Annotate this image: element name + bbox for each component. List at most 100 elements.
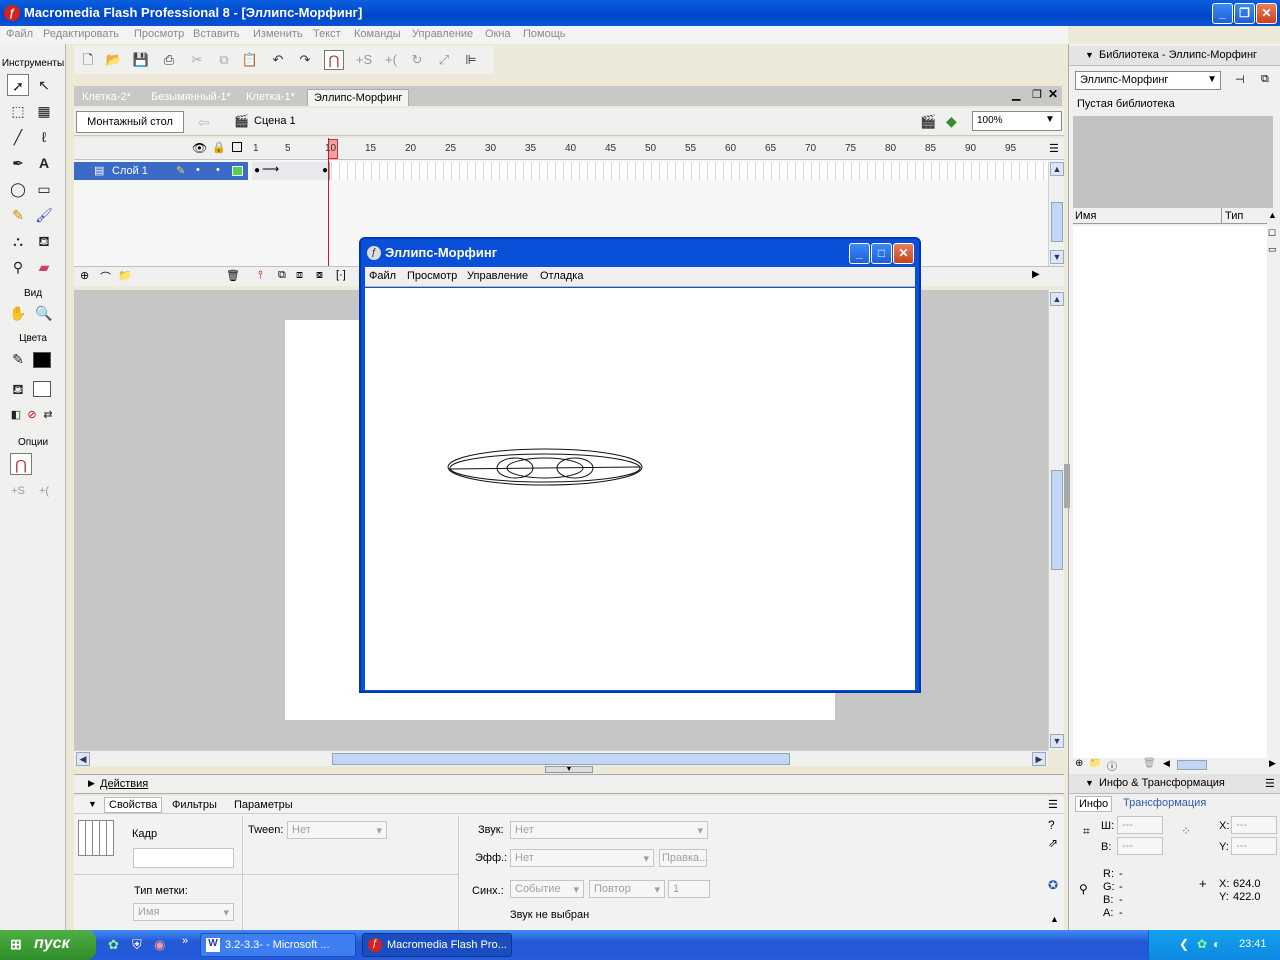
layer-row[interactable]: ▤ Слой 1 ✎ • • [74, 162, 248, 180]
player-minimize-button[interactable]: _ [849, 243, 870, 264]
quicklaunch-icon[interactable]: ⛨ [132, 937, 142, 953]
sort-icon[interactable]: ▲ [1268, 210, 1277, 220]
label-type-select[interactable]: Имя ▾ [133, 903, 234, 921]
stroke-color-icon[interactable]: ✎ [7, 348, 29, 370]
menu-window[interactable]: Окна [485, 28, 511, 40]
menu-file[interactable]: Файл [6, 28, 33, 40]
collapse-arrow-icon[interactable]: ▼ [88, 799, 97, 809]
scene-name[interactable]: Сцена 1 [254, 115, 296, 127]
smooth-icon[interactable]: +S [7, 480, 29, 502]
restore-button[interactable]: ❐ [1234, 3, 1255, 24]
scale-icon[interactable]: ⤢ [434, 50, 454, 70]
timeline-vscroll[interactable]: ▲ ▼ [1048, 162, 1064, 266]
tween-select[interactable]: Нет ▾ [287, 821, 387, 839]
free-transform-icon[interactable]: ⬚ [7, 100, 29, 122]
brush-tool-icon[interactable]: 🖌 [33, 204, 55, 226]
scroll-thumb[interactable] [1051, 470, 1063, 570]
outline-icon[interactable] [232, 142, 242, 152]
smooth-toolbar-icon[interactable]: +S [354, 50, 374, 70]
pencil-tool-icon[interactable]: ✎ [7, 204, 29, 226]
panel-splitter[interactable] [1064, 464, 1070, 508]
minimize-button[interactable]: _ [1212, 3, 1233, 24]
snap-magnet-icon[interactable]: ⋂ [10, 453, 32, 475]
oval-tool-icon[interactable]: ◯ [7, 178, 29, 200]
repeat-select[interactable]: Повтор ▾ [589, 880, 665, 898]
scroll-down-icon[interactable]: ▼ [1050, 734, 1064, 748]
height-field[interactable]: --- [1117, 837, 1163, 855]
layer-name[interactable]: Слой 1 [112, 165, 148, 177]
open-folder-icon[interactable]: 📂 [104, 50, 124, 70]
scroll-left-icon[interactable]: ◀ [1163, 758, 1170, 769]
info-header[interactable]: ▼ Инфо & Трансформация ☰ [1069, 774, 1280, 794]
hand-tool-icon[interactable]: ✋ [7, 302, 29, 324]
straighten-icon[interactable]: +( [33, 480, 55, 502]
sync-select[interactable]: Событие ▾ [510, 880, 584, 898]
effect-select[interactable]: Нет ▾ [510, 849, 654, 867]
align-icon[interactable]: ⊫ [461, 50, 481, 70]
library-header[interactable]: ▼ Библиотека - Эллипс-Морфинг [1069, 46, 1280, 66]
doc-minimize-icon[interactable]: ▁ [1012, 88, 1020, 101]
tab-filters[interactable]: Фильтры [172, 799, 217, 811]
player-maximize-button[interactable]: □ [871, 243, 892, 264]
menu-view[interactable]: Просмотр [134, 28, 184, 40]
scroll-right-icon[interactable]: ▶ [1032, 269, 1040, 280]
help-icon[interactable]: ? [1048, 818, 1055, 832]
doc-restore-icon[interactable]: ❐ [1032, 88, 1042, 101]
paste-icon[interactable]: 📋 [240, 50, 260, 70]
sound-edit-button[interactable]: Правка... [659, 849, 708, 867]
onion-skin-icon[interactable]: ⧉ [278, 269, 286, 282]
expand-up-icon[interactable]: ▲ [1050, 914, 1059, 924]
tab-transform[interactable]: Трансформация [1123, 797, 1206, 809]
text-tool-icon[interactable]: A [33, 152, 55, 174]
menu-commands[interactable]: Команды [354, 28, 401, 40]
add-folder-icon[interactable]: 📁 [118, 269, 132, 282]
sound-select[interactable]: Нет ▾ [510, 821, 708, 839]
fill-color-icon[interactable]: ⛾ [7, 378, 29, 400]
col-type[interactable]: Тип [1225, 210, 1243, 222]
new-folder-icon[interactable]: 📁 [1089, 758, 1101, 769]
repeat-count-input[interactable]: 1 [668, 880, 710, 898]
rotate-icon[interactable]: ↻ [407, 50, 427, 70]
edit-accessibility-icon[interactable]: ⇗ [1048, 836, 1058, 850]
save-icon[interactable]: 💾 [131, 50, 151, 70]
tab-properties[interactable]: Свойства [104, 797, 163, 813]
paint-bucket-icon[interactable]: ⛾ [33, 230, 55, 252]
stage-hscroll[interactable]: ◀ ▶ [74, 750, 1048, 766]
tab-untitled-1[interactable]: Безымянный-1* [145, 89, 237, 106]
accessibility-icon[interactable]: ✪ [1048, 878, 1058, 892]
y-field[interactable]: --- [1231, 837, 1277, 855]
visibility-dot-icon[interactable]: • [196, 164, 200, 176]
lock-icon[interactable]: 🔒 [212, 141, 226, 154]
new-file-icon[interactable]: 🗋 [78, 50, 98, 70]
edit-symbol-icon[interactable]: ◆ [946, 113, 957, 130]
close-button[interactable]: ✕ [1256, 3, 1277, 24]
center-frame-icon[interactable]: ⫯ [258, 269, 263, 282]
actions-label[interactable]: Действия [100, 778, 148, 790]
onion-markers-icon[interactable]: [·] [336, 269, 346, 281]
stage-vscroll[interactable]: ▲ ▼ [1048, 290, 1064, 750]
add-layer-icon[interactable]: ⊕ [80, 269, 89, 282]
tray-icon[interactable]: ✿ [1197, 937, 1207, 951]
x-field[interactable]: --- [1231, 816, 1277, 834]
library-vscroll[interactable]: ▲ ☐ ▭ [1267, 210, 1279, 758]
quicklaunch-icon[interactable]: ◉ [154, 937, 165, 953]
redo-icon[interactable]: ↷ [295, 50, 315, 70]
scroll-thumb[interactable] [1177, 760, 1207, 770]
player-menu-view[interactable]: Просмотр [407, 270, 457, 282]
player-menu-debug[interactable]: Отладка [540, 270, 583, 282]
scroll-thumb[interactable] [1051, 202, 1063, 242]
panel-collapse-handle[interactable]: ▼ [545, 766, 593, 773]
eraser-icon[interactable]: ▰ [33, 256, 55, 278]
fill-color-swatch[interactable] [33, 381, 51, 397]
outline-color-swatch[interactable] [232, 166, 243, 176]
subselection-tool-icon[interactable]: ↖ [33, 74, 55, 96]
quicklaunch-icon[interactable]: ✿ [108, 937, 119, 953]
pen-tool-icon[interactable]: ✒ [7, 152, 29, 174]
cut-icon[interactable]: ✂ [187, 50, 207, 70]
add-guide-icon[interactable]: ⌒ [100, 269, 111, 285]
menu-insert[interactable]: Вставить [193, 28, 240, 40]
timeline-menu-icon[interactable]: ☰ [1049, 142, 1059, 155]
scroll-up-icon[interactable]: ▲ [1050, 292, 1064, 306]
scroll-up-icon[interactable]: ▲ [1050, 162, 1064, 176]
frame-grid[interactable]: ● ⟶ ● [252, 162, 1048, 180]
